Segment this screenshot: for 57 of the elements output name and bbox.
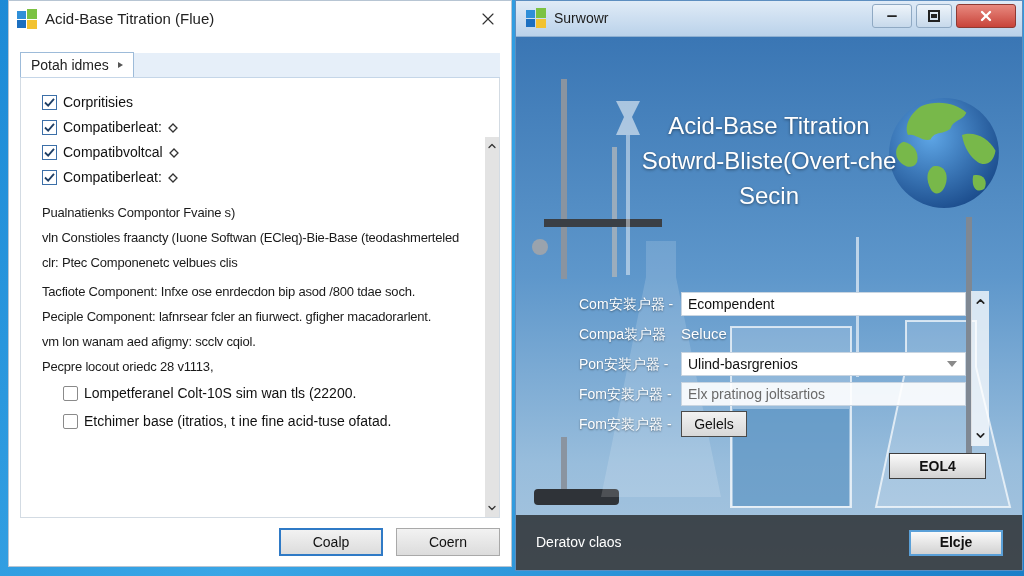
option-label: Compatiberleat: (63, 168, 162, 187)
diamond-icon (168, 147, 179, 158)
checkmark-icon (44, 98, 55, 107)
checkbox[interactable] (63, 413, 78, 429)
checkmark-icon (44, 173, 55, 182)
maximize-button[interactable] (916, 4, 952, 28)
app-logo-icon (17, 9, 37, 29)
description-text: vm lon wanam aed afigmy: scclv cqiol. (42, 333, 256, 351)
description-text: clr: Ptec Componenetc velbues clis (42, 254, 238, 272)
description-text: Pecpre locout oriedc 28 v1113, (42, 358, 214, 376)
field-label: Fom安装户器 - (579, 414, 673, 434)
close-button[interactable] (956, 4, 1016, 28)
status-text: Deratov claos (536, 533, 622, 552)
description-text: Tacfiote Component: Infxe ose enrdecdon bip asod /800 tdae soch. (42, 283, 416, 301)
description-text: Peciple Component: lafnrsear fcler an fiurwect. gfigher macadorarlent. (42, 308, 432, 326)
window-title: Acid-Base Titration (Flue) (45, 8, 216, 29)
diamond-icon (167, 122, 178, 133)
tab[interactable]: Potah idmes (20, 52, 134, 77)
caret-icon (117, 62, 123, 68)
checkbox[interactable] (63, 385, 78, 401)
checkbox[interactable] (42, 95, 57, 110)
field-label: Com安装户器 - (579, 294, 675, 314)
checkbox[interactable] (42, 120, 57, 135)
dialog-button[interactable]: Coern (396, 528, 500, 556)
app-logo-icon (526, 8, 546, 28)
diamond-icon (167, 172, 178, 183)
dropdown-field[interactable]: Ulind-basrgrenios (681, 352, 966, 376)
field-label: Pon安装户器 - (579, 354, 670, 374)
heading-text: Sotwrd-Bliste(Overt-che (641, 146, 897, 176)
option-label: Compatiberleat: (63, 118, 162, 137)
scrollbar[interactable] (485, 137, 499, 517)
checkbox[interactable] (42, 145, 57, 160)
description-text: vln Constioles fraancty (Iuone Softwan (ECleq)-Bie-Base (teodashmerteled (42, 229, 459, 247)
dialog-button[interactable]: Coalp (279, 528, 383, 556)
option-label: Corpritisies (63, 93, 133, 112)
value-text: Seluce (681, 323, 727, 344)
option-label: Etchimer base (itratios, t ine fine acid-tuse ofatad. (84, 411, 392, 431)
caret-down-icon (947, 361, 957, 367)
form-button[interactable]: Gelels (681, 411, 747, 437)
option-label: Compatibvoltcal (63, 143, 163, 162)
maximize-icon (928, 10, 940, 22)
option-label: Lompetferanel Colt-10S sim wan tls (22200. (84, 383, 357, 403)
action-button[interactable]: EOL4 (889, 453, 986, 479)
field-label: Fom安装户器 - (579, 384, 673, 404)
heading-text: Acid-Base Titration (668, 111, 870, 141)
checkbox[interactable] (42, 170, 57, 185)
heading-text: Secin (738, 181, 799, 211)
scrollbar[interactable] (971, 291, 989, 446)
field-label: Compa装户器 (579, 324, 668, 344)
description-text: Pualnatienks Compontor Fvaine s) (42, 204, 236, 222)
close-icon (978, 8, 994, 24)
checkmark-icon (44, 123, 55, 132)
checkmark-icon (44, 148, 55, 157)
input-field[interactable]: Ecompendent (681, 292, 966, 316)
window-title: Surwowr (554, 8, 609, 28)
input-field[interactable]: Elx pratinog joltsartios (681, 382, 966, 406)
action-button[interactable]: Elcje (909, 529, 1003, 556)
